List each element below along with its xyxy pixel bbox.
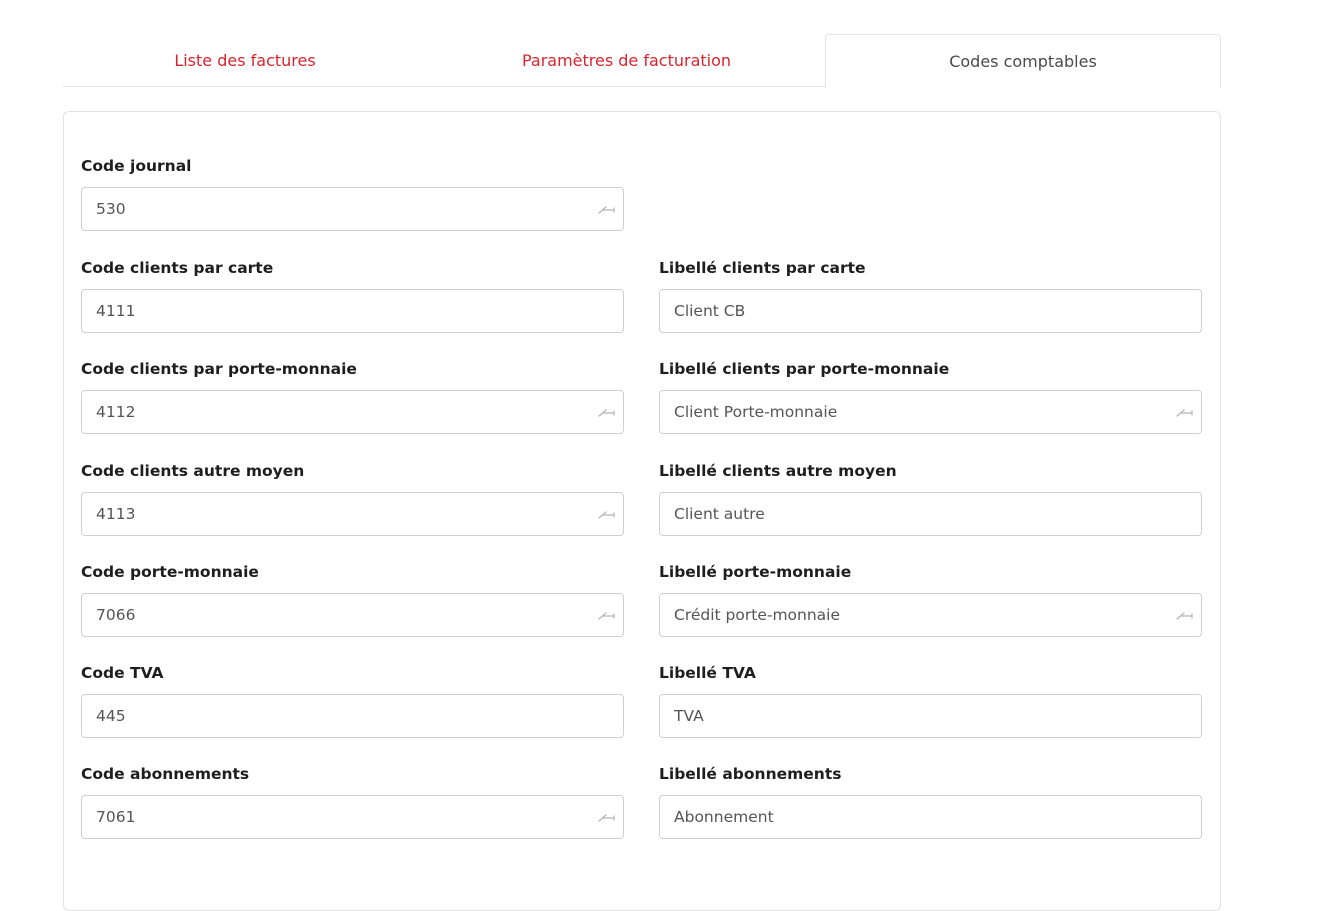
code-tva-label: Code TVA [81,664,164,682]
libelle-clients-autre-input[interactable] [659,492,1202,536]
code-clients-carte-input[interactable] [81,289,624,333]
libelle-clients-porte-monnaie-label: Libellé clients par porte-monnaie [659,360,950,378]
tab-codes-comptables[interactable]: Codes comptables [825,34,1221,88]
code-tva-input[interactable] [81,694,624,738]
libelle-porte-monnaie-input[interactable] [659,593,1202,637]
code-clients-porte-monnaie-label: Code clients par porte-monnaie [81,360,357,378]
code-journal-input[interactable] [81,187,624,231]
libelle-clients-carte-label: Libellé clients par carte [659,259,866,277]
code-porte-monnaie-input[interactable] [81,593,624,637]
libelle-clients-autre-label: Libellé clients autre moyen [659,462,897,480]
code-abonnements-label: Code abonnements [81,765,250,783]
libelle-tva-input[interactable] [659,694,1202,738]
libelle-tva-label: Libellé TVA [659,664,756,682]
libelle-clients-porte-monnaie-input[interactable] [659,390,1202,434]
tab-liste-des-factures[interactable]: Liste des factures [63,34,427,87]
tab-bar: Liste des factures Paramètres de factura… [63,34,1221,88]
code-journal-label: Code journal [81,157,192,175]
libelle-abonnements-label: Libellé abonnements [659,765,842,783]
code-clients-autre-input[interactable] [81,492,624,536]
code-porte-monnaie-label: Code porte-monnaie [81,563,259,581]
libelle-porte-monnaie-label: Libellé porte-monnaie [659,563,852,581]
code-clients-autre-label: Code clients autre moyen [81,462,305,480]
tab-parametres-de-facturation[interactable]: Paramètres de facturation [427,34,826,87]
code-abonnements-input[interactable] [81,795,624,839]
libelle-abonnements-input[interactable] [659,795,1202,839]
code-clients-carte-label: Code clients par carte [81,259,274,277]
libelle-clients-carte-input[interactable] [659,289,1202,333]
code-clients-porte-monnaie-input[interactable] [81,390,624,434]
